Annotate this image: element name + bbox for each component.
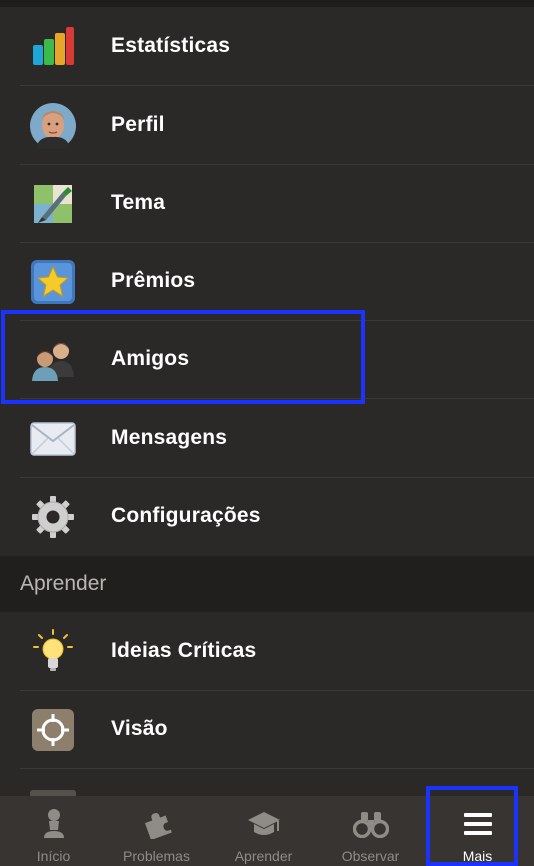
tab-label: Início (36, 848, 71, 864)
section-header-learn: Aprender (0, 556, 534, 612)
menu-item-statistics[interactable]: Estatísticas (0, 7, 534, 85)
binoculars-icon (351, 806, 391, 842)
top-strip (0, 0, 534, 7)
menu-item-label: Estatísticas (111, 34, 231, 57)
friends-icon (30, 337, 76, 383)
tab-label: Problemas (123, 848, 190, 864)
divider (20, 768, 534, 769)
section-header-label: Aprender (20, 572, 107, 595)
profile-avatar-icon (30, 103, 76, 149)
tab-observar[interactable]: Observar (317, 796, 424, 866)
graduation-cap-icon (244, 806, 284, 842)
bottom-tab-bar: Início Problemas Aprender Observar Mais (0, 796, 534, 866)
menu-item-theme[interactable]: Tema (0, 164, 534, 242)
menu-item-messages[interactable]: Mensagens (0, 399, 534, 477)
puzzle-icon (137, 806, 177, 842)
menu-item-label: Amigos (111, 347, 190, 370)
crosshair-icon (30, 707, 76, 753)
menu-item-critical-ideas[interactable]: Ideias Críticas (0, 612, 534, 690)
menu-item-vision[interactable]: Visão (0, 690, 534, 768)
tab-mais[interactable]: Mais (424, 796, 531, 866)
tab-aprender[interactable]: Aprender (210, 796, 317, 866)
gear-icon (30, 494, 76, 540)
tab-label: Observar (341, 848, 400, 864)
lightbulb-icon (30, 629, 76, 675)
bar-chart-icon (30, 24, 76, 70)
menu-item-label: Visão (111, 717, 168, 740)
menu-item-label: Configurações (111, 504, 261, 527)
menu-item-friends[interactable]: Amigos (0, 320, 534, 398)
menu-item-settings[interactable]: Configurações (0, 477, 534, 555)
tab-inicio[interactable]: Início (0, 796, 107, 866)
tab-label: Mais (462, 848, 493, 864)
menu-item-label: Tema (111, 191, 166, 214)
menu-item-profile[interactable]: Perfil (0, 86, 534, 164)
menu-item-label: Perfil (111, 113, 165, 136)
menu-item-label: Mensagens (111, 426, 228, 449)
envelope-icon (30, 416, 76, 462)
menu-item-awards[interactable]: Prêmios (0, 242, 534, 320)
pawn-icon (34, 806, 74, 842)
theme-brush-icon (30, 181, 76, 227)
tab-label: Aprender (234, 848, 293, 864)
menu-item-label: Prêmios (111, 269, 196, 292)
hamburger-menu-icon (458, 806, 498, 842)
tab-problemas[interactable]: Problemas (103, 796, 210, 866)
star-award-icon (30, 259, 76, 305)
menu-item-label: Ideias Críticas (111, 639, 257, 662)
